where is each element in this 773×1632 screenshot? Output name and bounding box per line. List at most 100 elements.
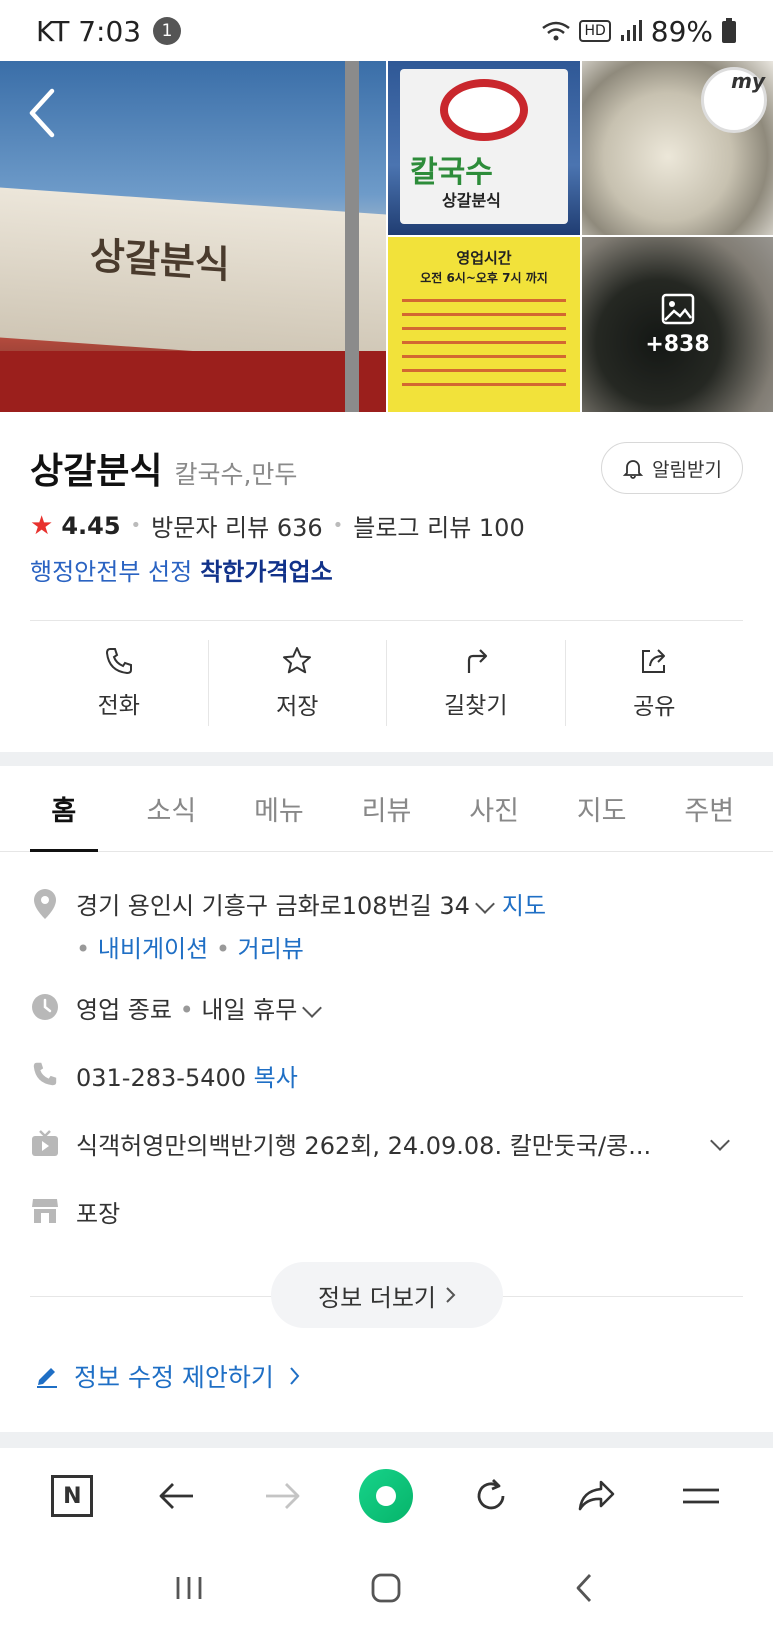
tab-nearby[interactable]: 주변 <box>655 766 763 851</box>
wifi-icon <box>542 21 571 41</box>
carrier-time: KT 7:03 <box>36 14 142 48</box>
recent-apps-icon <box>176 1577 202 1599</box>
browser-menu-button[interactable] <box>669 1464 733 1528</box>
clock-icon <box>32 994 58 1020</box>
hours-row[interactable]: 영업 종료 • 내일 휴무 <box>30 990 743 1025</box>
browser-forward-button[interactable] <box>250 1464 314 1528</box>
browser-share-button[interactable] <box>564 1464 628 1528</box>
chevron-left-icon[interactable] <box>22 83 62 143</box>
blog-review-link[interactable]: 블로그 리뷰 100 <box>353 508 524 543</box>
copy-link[interactable]: 복사 <box>254 1064 298 1092</box>
business-status-next: 내일 휴무 <box>201 996 298 1024</box>
photo-gallery[interactable]: 상갈분식 칼국수 상갈분식 my 영업시간 오전 6시~오후 7시 까지 +83… <box>0 61 773 412</box>
battery-icon <box>722 18 736 43</box>
save-button-label: 저장 <box>276 694 319 720</box>
arrow-right-icon <box>265 1483 300 1509</box>
sign-brand-text: 칼국수 <box>410 155 493 190</box>
bell-icon <box>622 460 644 479</box>
share-button-label: 공유 <box>633 694 676 720</box>
business-status: 영업 종료 <box>76 996 172 1024</box>
separator-dot: • <box>76 935 91 963</box>
hours-board-menu-lines <box>402 299 566 394</box>
tab-bar: 홈 소식 메뉴 리뷰 사진 지도 주변 <box>0 766 773 852</box>
tv-icon <box>32 1130 58 1156</box>
browser-back-button[interactable] <box>145 1464 209 1528</box>
chevron-right-icon <box>290 1367 300 1385</box>
share-arrow-icon <box>578 1480 615 1511</box>
location-pin-icon <box>34 889 56 919</box>
tab-news[interactable]: 소식 <box>118 766 226 851</box>
share-icon <box>642 649 666 673</box>
section-gap <box>0 752 773 766</box>
navigation-link[interactable]: 내비게이션 <box>98 935 208 963</box>
separator-dot: • <box>215 935 230 963</box>
battery-percent: 89% <box>650 14 713 48</box>
tab-home[interactable]: 홈 <box>10 766 118 852</box>
browser-toolbar: N <box>0 1448 773 1544</box>
edit-suggestion-link[interactable]: 정보 수정 제안하기 <box>34 1358 300 1394</box>
tab-map[interactable]: 지도 <box>548 766 656 851</box>
separator-dot: • <box>332 515 344 536</box>
more-photos-overlay[interactable]: +838 <box>582 237 773 412</box>
chevron-down-icon[interactable] <box>710 1130 730 1151</box>
image-icon <box>661 293 694 325</box>
save-button[interactable]: 저장 <box>209 640 387 726</box>
storefront-red-band <box>0 351 386 412</box>
status-bar: KT 7:03 1 HD 89% <box>0 0 773 62</box>
photo-noodle-dish[interactable]: my <box>582 61 773 235</box>
photo-kimbap-more[interactable]: +838 <box>582 237 773 412</box>
more-photos-count: +838 <box>645 332 710 357</box>
map-link[interactable]: 지도 <box>502 892 546 920</box>
divider <box>30 620 743 621</box>
more-info-button[interactable]: 정보 더보기 <box>271 1262 503 1328</box>
chevron-down-icon[interactable] <box>302 998 323 1018</box>
chevron-left-icon <box>576 1574 592 1602</box>
photo-sign[interactable]: 칼국수 상갈분식 <box>388 61 580 235</box>
back-button[interactable] <box>554 1558 614 1618</box>
sign-logo-circle <box>440 79 528 141</box>
tab-review[interactable]: 리뷰 <box>333 766 441 851</box>
tab-photo[interactable]: 사진 <box>440 766 548 851</box>
call-button[interactable]: 전화 <box>30 640 209 726</box>
star-icon <box>283 647 312 674</box>
share-button[interactable]: 공유 <box>566 640 744 726</box>
separator-dot: • <box>130 515 142 536</box>
call-button-label: 전화 <box>97 693 140 719</box>
store-icon <box>32 1199 58 1223</box>
gov-certification[interactable]: 행정안전부 선정 착한가격업소 <box>30 552 333 587</box>
reload-button[interactable] <box>459 1464 523 1528</box>
phone-number[interactable]: 031-283-5400 <box>76 1064 246 1092</box>
utility-pole <box>345 61 359 412</box>
directions-button-label: 길찾기 <box>444 693 508 719</box>
arrow-left-icon <box>159 1483 194 1509</box>
place-name: 상갈분식 <box>30 451 163 492</box>
hamburger-menu-icon <box>682 1488 719 1504</box>
action-bar: 전화 저장 길찾기 공유 <box>30 640 743 726</box>
green-dot-button[interactable] <box>354 1464 418 1528</box>
alarm-button[interactable]: 알림받기 <box>601 442 743 494</box>
phone-icon <box>105 648 132 675</box>
sign-sub-text: 상갈분식 <box>442 191 501 210</box>
rating-value: 4.45 <box>61 511 121 540</box>
recent-apps-button[interactable] <box>159 1558 219 1618</box>
street-view-link[interactable]: 거리뷰 <box>238 935 304 963</box>
visitor-review-link[interactable]: 방문자 리뷰 636 <box>151 508 322 543</box>
naver-logo-icon: N <box>51 1475 94 1517</box>
tv-appearance: 식객허영만의백반기행 262회, 24.09.08. 칼만둣국/콩... <box>76 1132 652 1160</box>
tab-menu[interactable]: 메뉴 <box>225 766 333 851</box>
chevron-down-icon[interactable] <box>475 894 495 914</box>
place-category: 칼국수,만두 <box>174 460 298 489</box>
naver-home-button[interactable]: N <box>40 1464 104 1528</box>
alarm-button-label: 알림받기 <box>652 458 722 481</box>
tv-row[interactable]: 식객허영만의백반기행 262회, 24.09.08. 칼만둣국/콩... <box>30 1126 743 1161</box>
phone-row: 031-283-5400 복사 <box>30 1058 743 1093</box>
signal-icon <box>620 20 642 41</box>
hours-board-title: 영업시간 <box>456 249 512 267</box>
gov-badge: 착한가격업소 <box>200 558 333 586</box>
photo-hours-board[interactable]: 영업시간 오전 6시~오후 7시 까지 <box>388 237 580 412</box>
hours-board-time: 오전 6시~오후 7시 까지 <box>420 271 548 285</box>
home-button[interactable] <box>356 1558 416 1618</box>
reload-icon <box>477 1479 505 1510</box>
directions-button[interactable]: 길찾기 <box>387 640 566 726</box>
directions-icon <box>467 649 487 673</box>
